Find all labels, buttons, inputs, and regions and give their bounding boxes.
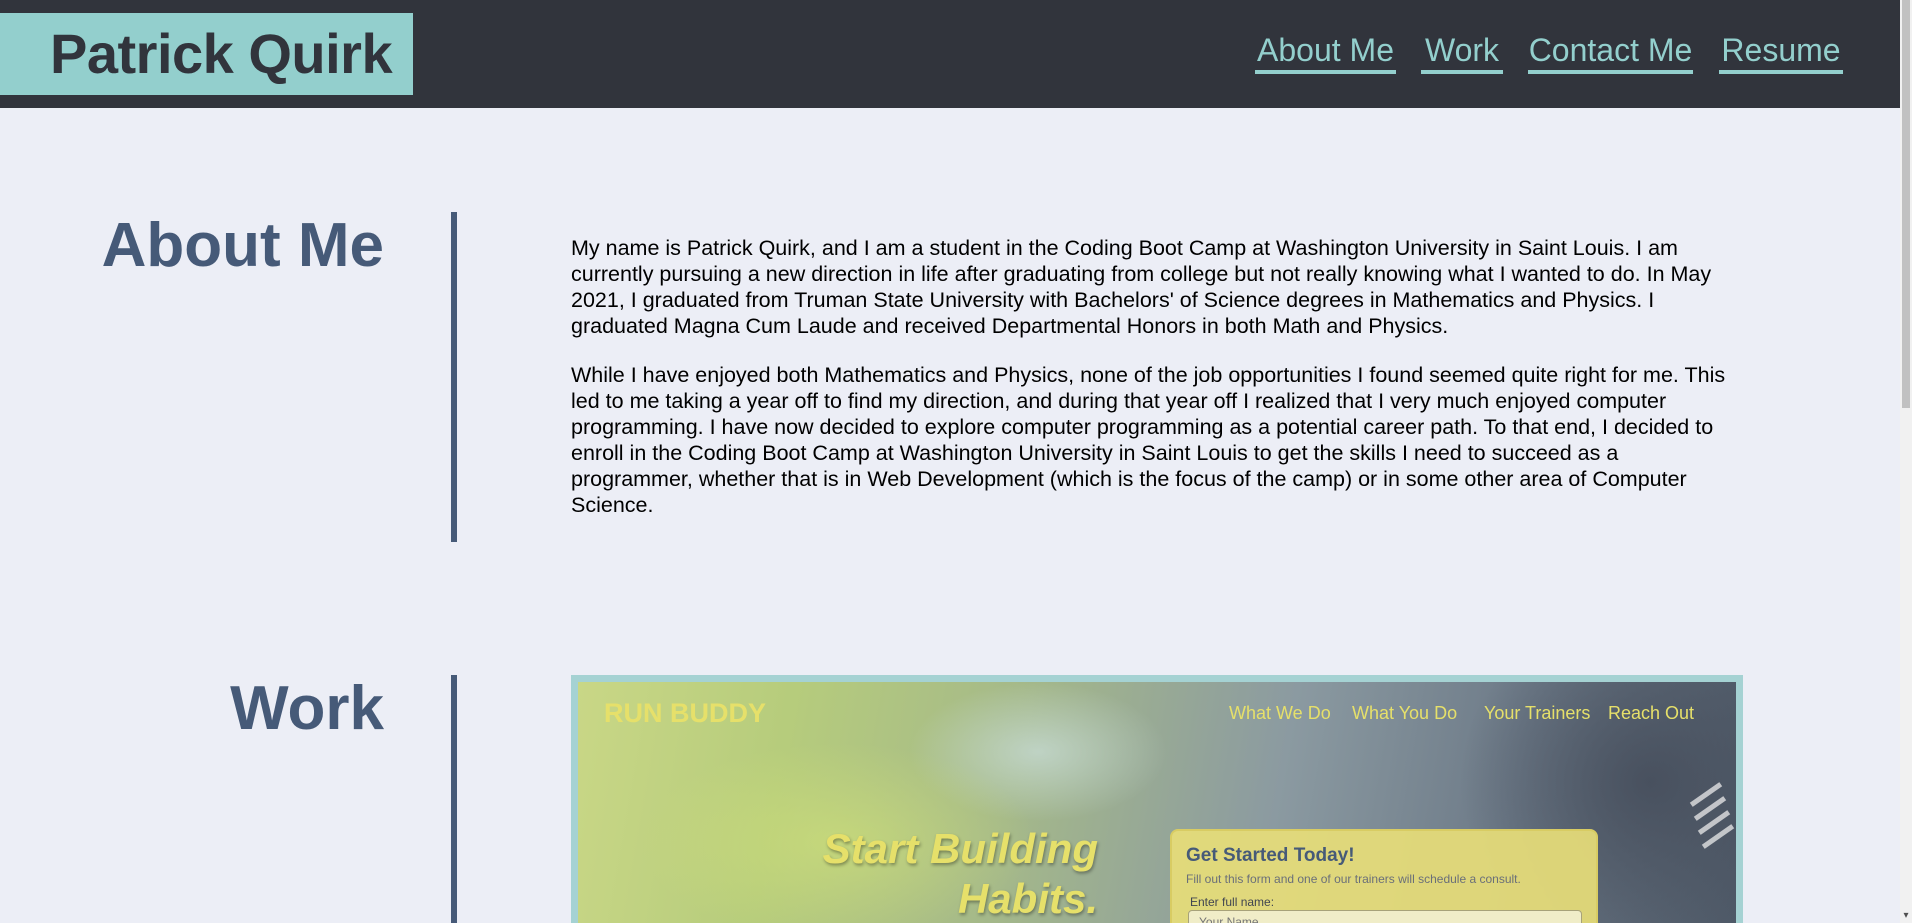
about-paragraph-2: While I have enjoyed both Mathematics an… xyxy=(571,363,1726,517)
chevron-down-icon[interactable]: ▾ xyxy=(1901,911,1911,921)
about-text: My name is Patrick Quirk, and I am a stu… xyxy=(571,235,1746,541)
project-preview-run-buddy[interactable]: RUN BUDDY What We Do What You Do Your Tr… xyxy=(571,675,1743,923)
project-form-label: Enter full name: xyxy=(1190,895,1275,909)
work-divider xyxy=(451,675,457,923)
main-nav: About Me Work Contact Me Resume xyxy=(0,30,1900,78)
project-signup-form: Get Started Today! Fill out this form an… xyxy=(1170,829,1598,923)
scrollbar-thumb[interactable] xyxy=(1902,0,1910,408)
project-nav-what-we-do: What We Do xyxy=(1229,703,1331,723)
project-name-input xyxy=(1188,910,1582,923)
nav-link-resume[interactable]: Resume xyxy=(1719,30,1843,74)
project-nav-your-trainers: Your Trainers xyxy=(1484,703,1591,723)
project-logo: RUN BUDDY xyxy=(604,698,766,728)
work-heading: Work xyxy=(230,674,384,743)
nav-link-about-me[interactable]: About Me xyxy=(1255,30,1396,74)
nav-link-contact-me[interactable]: Contact Me xyxy=(1528,30,1693,74)
about-paragraph-1: My name is Patrick Quirk, and I am a stu… xyxy=(571,236,1712,338)
project-nav-reach-out: Reach Out xyxy=(1608,703,1695,723)
about-heading: About Me xyxy=(101,211,384,280)
project-form-title: Get Started Today! xyxy=(1186,845,1355,866)
site-header: Patrick Quirk About Me Work Contact Me R… xyxy=(0,0,1900,108)
nav-link-work[interactable]: Work xyxy=(1421,30,1503,74)
project-hero-line-2: Habits. xyxy=(957,875,1098,922)
project-hero-line-1: Start Building xyxy=(822,825,1098,872)
about-divider xyxy=(451,212,457,542)
project-form-subtitle: Fill out this form and one of our traine… xyxy=(1186,872,1521,886)
project-hero-text: Start Building Habits. xyxy=(728,824,1098,923)
portfolio-page: Patrick Quirk About Me Work Contact Me R… xyxy=(0,0,1912,923)
page-scrollbar[interactable]: ▾ xyxy=(1900,0,1912,923)
project-nav-what-you-do: What You Do xyxy=(1352,703,1458,723)
